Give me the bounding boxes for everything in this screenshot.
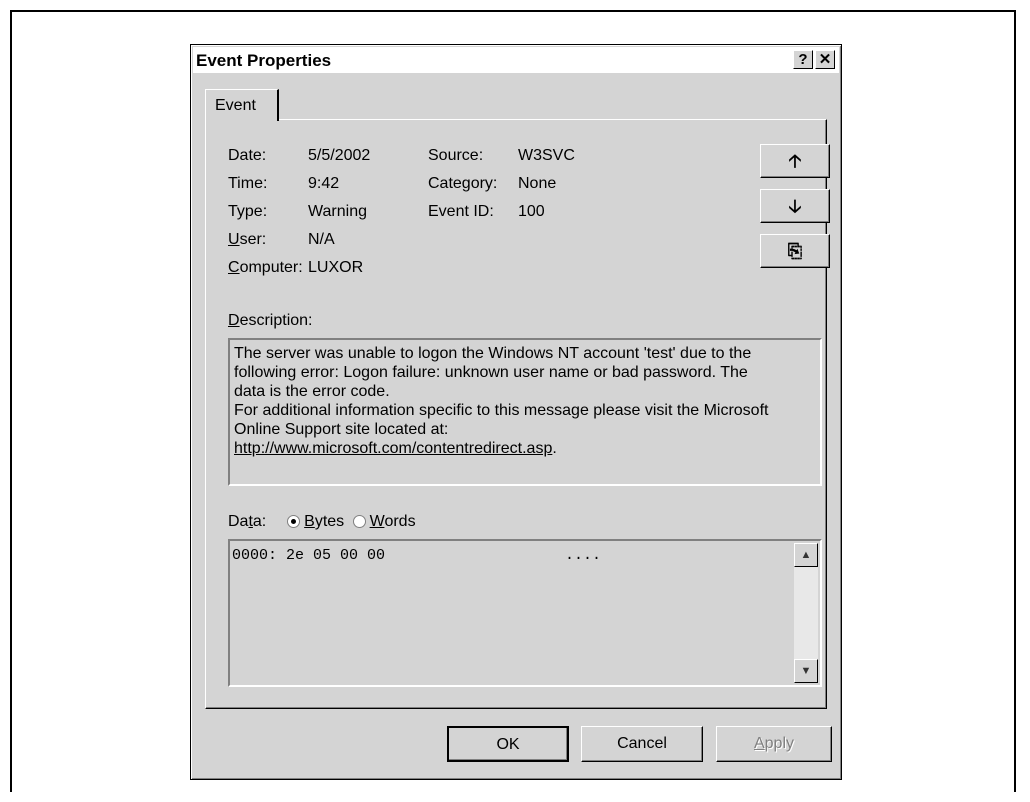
description-line: For additional information specific to t… xyxy=(234,402,769,419)
words-radio[interactable] xyxy=(352,515,366,529)
tab-event[interactable]: Event xyxy=(205,89,279,121)
scroll-up-icon: ▲ xyxy=(800,549,812,561)
source-value: W3SVC xyxy=(518,147,575,164)
title-bar[interactable]: Event Properties ? ✕ xyxy=(193,47,839,73)
bytes-radio[interactable] xyxy=(287,515,301,529)
source-label: Source: xyxy=(428,147,484,164)
user-label: User: xyxy=(228,231,267,248)
data-scrollbar[interactable]: ▲ ▼ xyxy=(794,543,818,683)
window-title: Event Properties xyxy=(196,51,332,70)
arrow-down-icon: 🡣 xyxy=(788,196,802,216)
user-value: N/A xyxy=(308,231,335,248)
event-tab-panel: Date: 5/5/2002 Time: 9:42 Type: Warning … xyxy=(205,119,830,709)
scroll-down-button[interactable]: ▼ xyxy=(794,659,818,683)
description-line: data is the error code. xyxy=(234,383,390,400)
data-label: Data: xyxy=(228,513,267,530)
date-value: 5/5/2002 xyxy=(308,147,371,164)
date-label: Date: xyxy=(228,147,267,164)
time-label: Time: xyxy=(228,175,268,192)
data-format-row: Data: Bytes Words xyxy=(228,513,416,531)
type-value: Warning xyxy=(308,203,367,220)
close-button[interactable]: ✕ xyxy=(815,50,835,69)
cancel-button[interactable]: Cancel xyxy=(581,726,703,762)
event-properties-dialog: Event Properties ? ✕ Event Date: 5/5/200… xyxy=(190,44,842,780)
description-textbox[interactable]: The server was unable to logon the Windo… xyxy=(228,338,822,486)
previous-event-button[interactable]: 🡡 xyxy=(760,144,830,178)
next-event-button[interactable]: 🡣 xyxy=(760,189,830,223)
description-line: Online Support site located at: xyxy=(234,421,449,438)
data-textbox[interactable]: 0000: 2e 05 00 00 .... ▲ ▼ xyxy=(228,539,822,687)
event-id-label: Event ID: xyxy=(428,203,494,220)
computer-value: LUXOR xyxy=(308,259,364,276)
help-button[interactable]: ? xyxy=(793,50,813,69)
category-value: None xyxy=(518,175,557,192)
type-label: Type: xyxy=(228,203,268,220)
support-link[interactable]: http://www.microsoft.com/contentredirect… xyxy=(234,440,552,457)
scroll-down-icon: ▼ xyxy=(800,665,812,677)
arrow-up-icon: 🡡 xyxy=(788,151,802,171)
copy-icon: ⎘ xyxy=(787,241,803,261)
help-icon: ? xyxy=(798,51,808,68)
description-line: following error: Logon failure: unknown … xyxy=(234,364,748,381)
computer-label: Computer: xyxy=(228,259,303,276)
ok-button[interactable]: OK xyxy=(447,726,569,762)
description-label: Description: xyxy=(228,312,313,329)
words-radio-label[interactable]: Words xyxy=(370,513,416,530)
copy-button[interactable]: ⎘ xyxy=(760,234,830,268)
time-value: 9:42 xyxy=(308,175,340,192)
close-icon: ✕ xyxy=(818,51,832,68)
apply-button[interactable]: Apply xyxy=(716,726,832,762)
category-label: Category: xyxy=(428,175,498,192)
bytes-radio-label[interactable]: Bytes xyxy=(304,513,344,530)
event-id-value: 100 xyxy=(518,203,545,220)
data-line: 0000: 2e 05 00 00 .... xyxy=(232,547,602,564)
scroll-up-button[interactable]: ▲ xyxy=(794,543,818,567)
description-line: The server was unable to logon the Windo… xyxy=(234,345,752,362)
